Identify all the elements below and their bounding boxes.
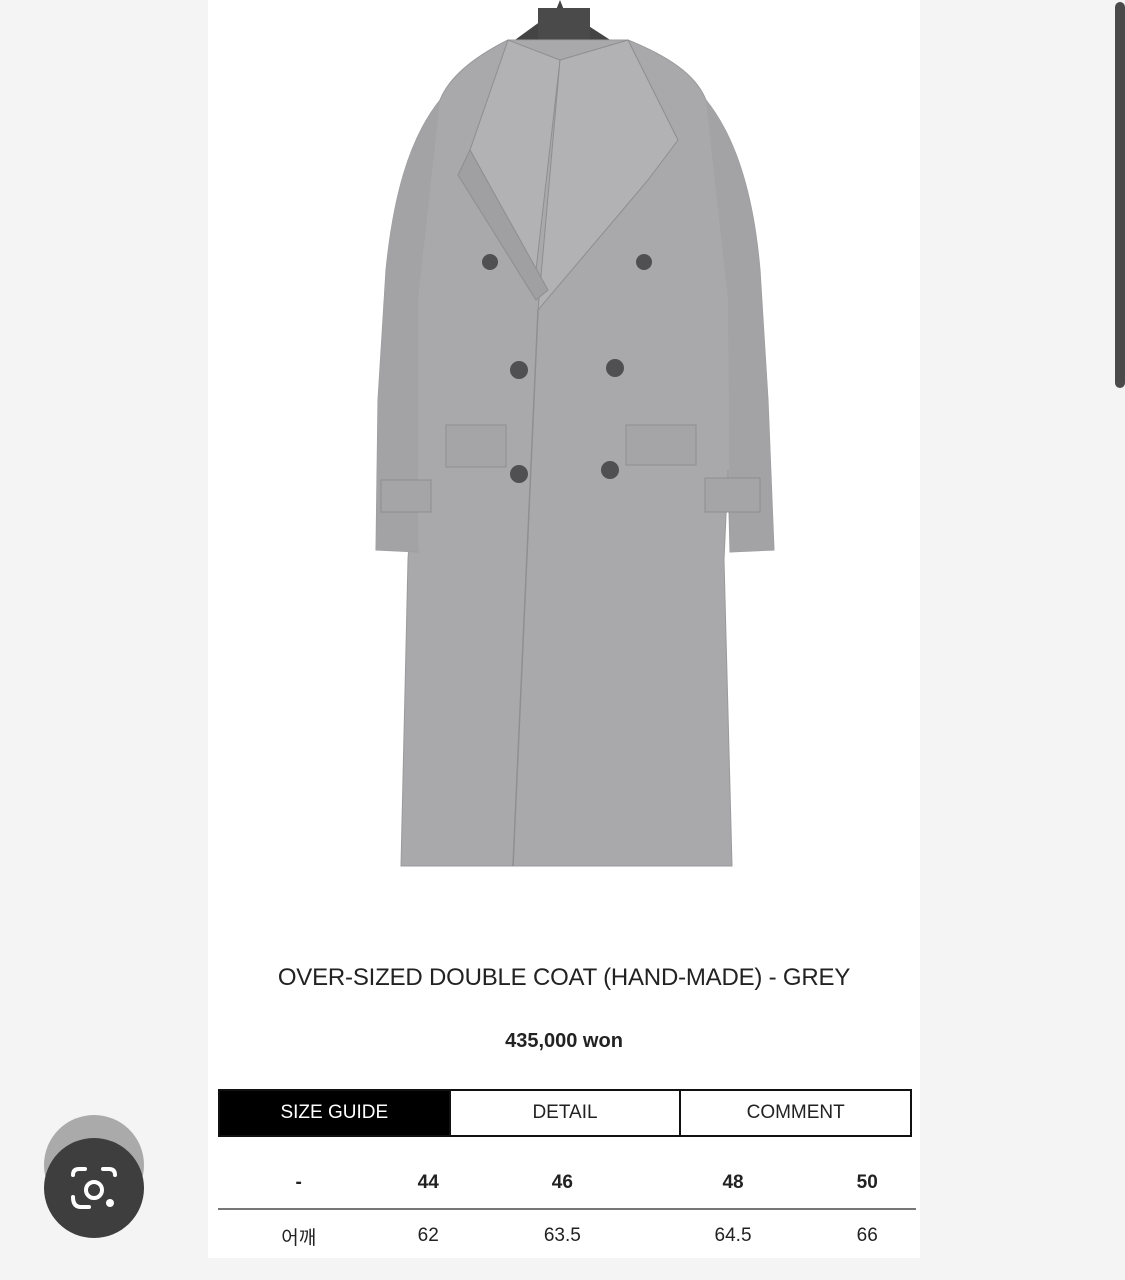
table-row: 어깨 62 63.5 64.5 66: [218, 1209, 916, 1262]
coat-illustration: [208, 0, 920, 930]
tab-size-guide[interactable]: SIZE GUIDE: [220, 1091, 449, 1135]
size-header-cell: 44: [417, 1172, 439, 1193]
size-table: - 44 46 48 50 어깨 62 63.5 64.5 66: [218, 1158, 916, 1262]
lens-camera-icon[interactable]: [44, 1138, 144, 1238]
scrollbar-thumb[interactable]: [1115, 2, 1125, 388]
tab-detail[interactable]: DETAIL: [448, 1091, 680, 1135]
tab-comment[interactable]: COMMENT: [679, 1091, 911, 1135]
product-panel: OVER-SIZED DOUBLE COAT (HAND-MADE) - GRE…: [208, 0, 920, 1258]
size-header-row: - 44 46 48 50: [218, 1158, 916, 1209]
size-header-cell: 46: [551, 1172, 573, 1193]
product-price: 435,000 won: [505, 1030, 623, 1052]
size-header-cell: 50: [856, 1172, 878, 1193]
size-row-label: 어깨: [281, 1227, 317, 1249]
size-cell: 62: [417, 1225, 439, 1246]
size-cell: 64.5: [714, 1225, 752, 1246]
product-title: OVER-SIZED DOUBLE COAT (HAND-MADE) - GRE…: [277, 964, 851, 991]
size-cell: 63.5: [543, 1225, 581, 1246]
product-image[interactable]: [208, 0, 920, 930]
lens-button[interactable]: [44, 1115, 144, 1238]
size-header-cell: -: [295, 1172, 302, 1193]
product-tabs: SIZE GUIDE DETAIL COMMENT: [218, 1089, 912, 1137]
size-header-cell: 48: [722, 1172, 744, 1193]
size-cell: 66: [856, 1225, 878, 1246]
